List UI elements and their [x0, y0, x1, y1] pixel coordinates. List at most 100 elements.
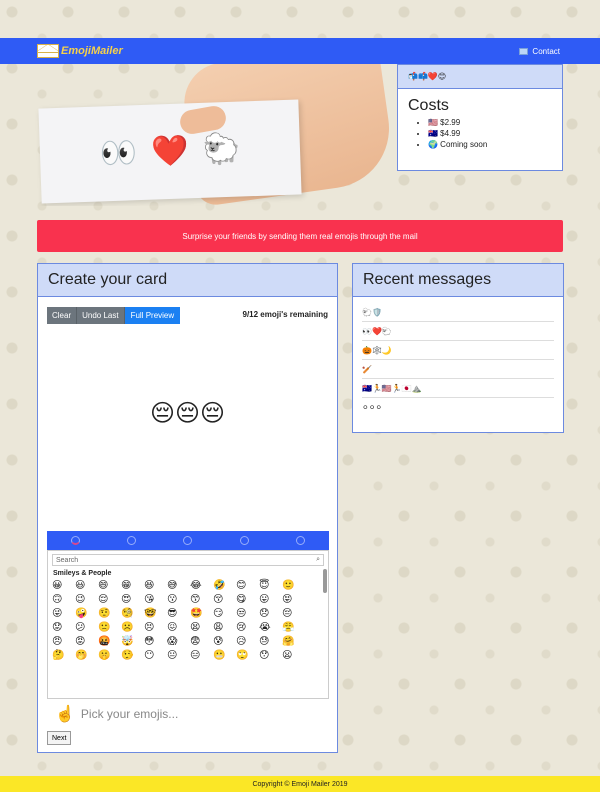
emoji-option[interactable]: 🤣	[213, 580, 235, 591]
emoji-option[interactable]: 😟	[52, 622, 74, 633]
emoji-option[interactable]: 😠	[52, 636, 74, 647]
message-item[interactable]: 🏏	[362, 360, 554, 379]
emoji-option[interactable]: 🧐	[121, 608, 143, 619]
emoji-option[interactable]: 😐	[167, 650, 189, 661]
emoji-option[interactable]: 😱	[167, 636, 189, 647]
emoji-option[interactable]: 🤥	[121, 650, 143, 661]
emoji-option[interactable]: 😇	[259, 580, 281, 591]
message-item[interactable]: 🎃🕸️🌙	[362, 341, 554, 360]
emoji-option[interactable]: 😖	[167, 622, 189, 633]
emoji-option[interactable]: 😏	[213, 608, 235, 619]
emoji-option[interactable]: 🤯	[121, 636, 143, 647]
emoji-option[interactable]: 😀	[52, 580, 74, 591]
picker-scrollbar[interactable]	[323, 569, 327, 593]
emoji-option[interactable]: 😕	[75, 622, 97, 633]
message-item[interactable]: 👀❤️🐑	[362, 322, 554, 341]
emoji-option[interactable]: 😗	[167, 594, 189, 605]
envelope-icon	[37, 44, 59, 58]
emoji-option[interactable]: 🤗	[282, 636, 304, 647]
emoji-option[interactable]: 😁	[121, 580, 143, 591]
activity-tab-icon[interactable]	[239, 536, 249, 545]
emoji-option[interactable]: 😝	[282, 594, 304, 605]
brand-name: EmojiMailer	[61, 45, 123, 57]
emoji-option[interactable]: 🤩	[190, 608, 212, 619]
emoji-option[interactable]: 😉	[75, 594, 97, 605]
emoji-option[interactable]: 😊	[236, 580, 258, 591]
footer: Copyright © Emoji Mailer 2019	[0, 776, 600, 792]
emoji-option[interactable]: 🙄	[236, 650, 258, 661]
full-preview-button[interactable]: Full Preview	[124, 307, 181, 324]
emoji-option[interactable]: 😡	[75, 636, 97, 647]
promo-banner: Surprise your friends by sending them re…	[37, 220, 563, 252]
emoji-option[interactable]: 😓	[259, 636, 281, 647]
food-tab-icon[interactable]	[183, 536, 193, 545]
card-toolbar: Clear Undo Last Full Preview	[47, 307, 181, 324]
emoji-option[interactable]: 😑	[190, 650, 212, 661]
undo-last-button[interactable]: Undo Last	[77, 307, 125, 324]
emoji-option[interactable]: 😢	[236, 622, 258, 633]
message-item[interactable]: 🐑🛡️	[362, 303, 554, 322]
emoji-option[interactable]: 😬	[213, 650, 235, 661]
emoji-option[interactable]: 😦	[282, 650, 304, 661]
emoji-option[interactable]: 🤭	[75, 650, 97, 661]
emoji-option[interactable]: 😫	[190, 622, 212, 633]
hero-emoji: 👀	[99, 136, 138, 171]
emoji-option[interactable]: 😳	[144, 636, 166, 647]
emoji-option[interactable]: 😩	[213, 622, 235, 633]
emoji-option[interactable]: 🤨	[98, 608, 120, 619]
emoji-option[interactable]: 😆	[144, 580, 166, 591]
emoji-option[interactable]: 😔	[282, 608, 304, 619]
emoji-option[interactable]: 😜	[52, 608, 74, 619]
emoji-option[interactable]: 😥	[236, 636, 258, 647]
message-item[interactable]: ⚪⚪⚪	[362, 398, 554, 417]
emoji-option[interactable]: 🤓	[144, 608, 166, 619]
pick-label: Pick your emojis...	[80, 707, 179, 721]
animals-tab-icon[interactable]	[127, 536, 137, 545]
emoji-option[interactable]: 😙	[190, 594, 212, 605]
emoji-option[interactable]: 😃	[75, 580, 97, 591]
emoji-option[interactable]: 🤪	[75, 608, 97, 619]
objects-tab-icon[interactable]	[296, 536, 306, 545]
contact-label: Contact	[532, 46, 560, 56]
emoji-option[interactable]: 😍	[121, 594, 143, 605]
brand-logo[interactable]: EmojiMailer	[37, 44, 123, 58]
hero-card: 👀 ❤️ 🐑	[38, 99, 302, 204]
emoji-option[interactable]: 🙂	[282, 580, 304, 591]
emoji-option[interactable]: 😯	[259, 650, 281, 661]
emoji-option[interactable]: 🤔	[52, 650, 74, 661]
emoji-option[interactable]: 😛	[259, 594, 281, 605]
emoji-option[interactable]: 😶	[144, 650, 166, 661]
emoji-option[interactable]: 😂	[190, 580, 212, 591]
emoji-option[interactable]: 😭	[259, 622, 281, 633]
navbar: EmojiMailer Contact	[0, 38, 600, 64]
emoji-option[interactable]: 😚	[213, 594, 235, 605]
clear-button[interactable]: Clear	[47, 307, 78, 324]
emoji-option[interactable]: 😘	[144, 594, 166, 605]
emoji-option[interactable]: 😤	[282, 622, 304, 633]
emoji-option[interactable]: 🤫	[98, 650, 120, 661]
contact-link[interactable]: Contact	[519, 47, 560, 56]
emoji-option[interactable]: 😄	[98, 580, 120, 591]
picker-tabs	[47, 531, 329, 550]
emoji-option[interactable]: 😅	[167, 580, 189, 591]
smileys-tab-icon[interactable]	[70, 536, 80, 545]
emoji-option[interactable]: 😨	[190, 636, 212, 647]
emoji-option[interactable]: 😣	[144, 622, 166, 633]
emoji-option[interactable]: ☹️	[121, 622, 143, 633]
emoji-option[interactable]: 😰	[213, 636, 235, 647]
emoji-option[interactable]: 😎	[167, 608, 189, 619]
create-card-panel: Create your card Clear Undo Last Full Pr…	[37, 263, 338, 753]
costs-card-header: 📬📫❤️😊	[398, 65, 562, 89]
emoji-option[interactable]: 😋	[236, 594, 258, 605]
emoji-option[interactable]: 🙃	[52, 594, 74, 605]
remaining-counter: 9/12 emoji's remaining	[242, 310, 329, 319]
emoji-option[interactable]: 😌	[98, 594, 120, 605]
next-button[interactable]: Next	[47, 731, 72, 745]
emoji-option[interactable]: 😒	[236, 608, 258, 619]
emoji-picker: Search ⌕ Smileys & People 😀 😃 😄 😁 😆 😅 😂 🤣 😊 😇 🙂 🙃 😉 😌…	[47, 531, 329, 699]
emoji-option[interactable]: 🤬	[98, 636, 120, 647]
emoji-search-input[interactable]: Search ⌕	[52, 554, 324, 566]
message-item[interactable]: 🇦🇺🏃🇺🇸🏃🇯🇵⛰️	[362, 379, 554, 398]
emoji-option[interactable]: 🙁	[98, 622, 120, 633]
emoji-option[interactable]: 😞	[259, 608, 281, 619]
